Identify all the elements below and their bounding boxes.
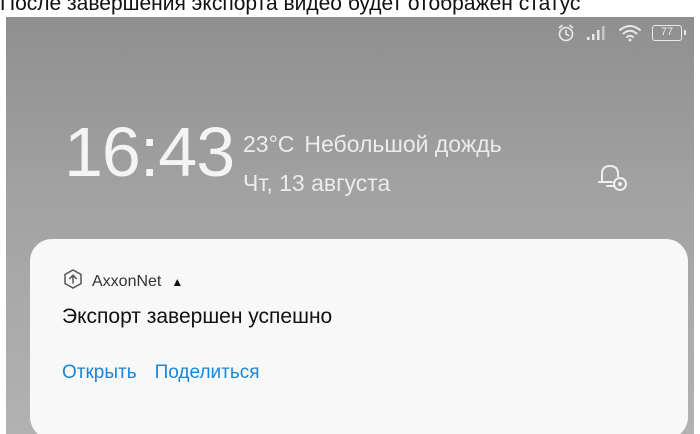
lock-clock: 16:43 — [64, 113, 235, 191]
weather-info: 23°C Небольшой дождь — [243, 130, 502, 158]
notification-title: Экспорт завершен успешно — [62, 305, 333, 328]
document-caption: После завершения экспорта видео будет от… — [0, 0, 581, 15]
signal-icon — [586, 25, 608, 41]
lock-screen: 77 16:43 23°C Небольшой дождь Чт, 13 авг… — [6, 17, 694, 434]
app-name: AxxonNet — [92, 272, 162, 290]
wifi-icon — [618, 24, 642, 42]
alarm-settings-icon[interactable] — [596, 160, 630, 194]
status-bar: 77 — [556, 23, 686, 43]
alarm-icon — [556, 23, 576, 43]
notification-card[interactable]: AxxonNet ▲ Экспорт завершен успешно Откр… — [30, 239, 688, 434]
open-button[interactable]: Открыть — [62, 362, 137, 384]
app-icon — [62, 268, 84, 295]
temperature: 23°C — [243, 131, 295, 157]
weather-description: Небольшой дождь — [304, 131, 502, 157]
lock-date: Чт, 13 августа — [243, 170, 391, 196]
chevron-up-icon[interactable]: ▲ — [171, 275, 183, 289]
notification-header: AxxonNet ▲ — [62, 268, 183, 295]
battery-icon: 77 — [652, 25, 686, 41]
notification-actions: Открыть Поделиться — [62, 362, 260, 384]
share-button[interactable]: Поделиться — [155, 362, 260, 384]
